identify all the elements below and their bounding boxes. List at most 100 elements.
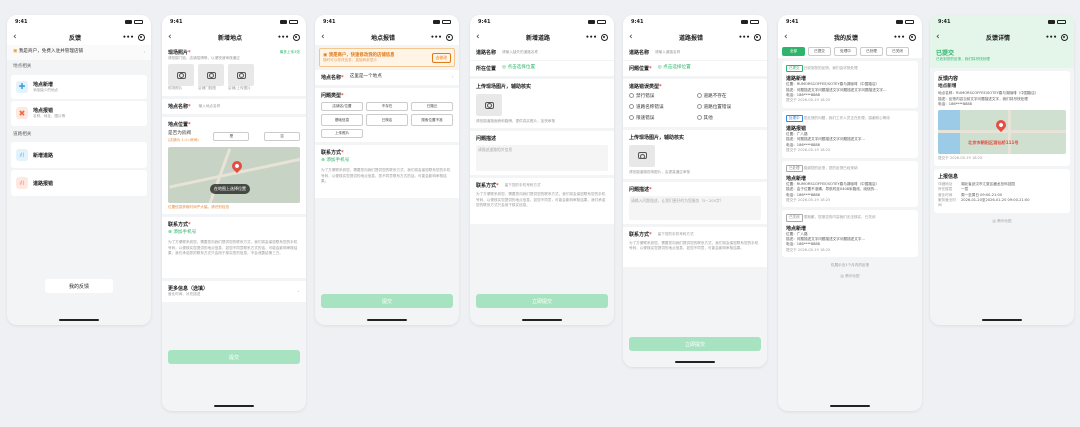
contact-section: 联系方式* ⊕ 添加手机号 为了方便联系到您，需要您向我们提供您的联系方式，我们… <box>162 217 306 279</box>
more-icon[interactable]: ••• <box>738 34 750 41</box>
capsule-menu[interactable]: ••• <box>121 33 145 41</box>
radio-option[interactable]: 其他 <box>696 114 762 123</box>
description-input[interactable]: 请描述道路相关信息 <box>476 145 608 172</box>
more-icon[interactable]: ••• <box>585 34 597 41</box>
location-map[interactable]: 在地图上选择位置 <box>168 147 300 204</box>
submit-button[interactable]: 立即提交 <box>629 337 761 351</box>
problem-chip[interactable]: 基础信息 <box>321 114 363 127</box>
description-section: 问题描述* 请输入问题描述，让我们更好的为您服务（5~200字） <box>623 182 767 225</box>
close-mini-icon[interactable] <box>600 33 608 41</box>
radio-option[interactable]: 道路位置错误 <box>696 103 762 112</box>
feedback-card[interactable]: 已关闭 很抱歉，您报告的内容我们无法核实，已关闭 地点新增 位置：广八路 描述：… <box>782 210 918 258</box>
entry-add-place[interactable]: ✚ 地点新增 添加缺少的地点 <box>11 74 147 100</box>
radio-option[interactable]: 道路名称错误 <box>629 103 694 112</box>
entry-road-error[interactable]: ⛙ 道路报错 <box>11 170 147 197</box>
gate-no-option[interactable]: 否 <box>264 132 300 142</box>
photo-upload[interactable] <box>476 94 502 116</box>
radio-icon <box>629 93 634 98</box>
merchant-banner[interactable]: ▣ 我是商户，免费入驻并管理店铺 › <box>7 45 151 60</box>
home-indicator <box>522 319 562 321</box>
nav-bar: ‹ 地点报错 ••• <box>315 29 459 45</box>
road-name-field[interactable]: 道路名称 请输入缺失的道路名称 <box>470 45 614 60</box>
feedback-card[interactable]: 已处理 感谢您的反馈，您的反馈已经采纳 地点新增 位置：RUMORSCOFFEE… <box>782 160 918 208</box>
problem-chip[interactable]: 上传照片 <box>321 129 363 139</box>
capsule-menu[interactable]: ••• <box>276 33 300 41</box>
nav-bar: ‹ 新增道路 ••• <box>470 29 614 45</box>
entry-place-error[interactable]: ✖ 地点报错 名称、地址、图片等 <box>11 101 147 126</box>
submit-button[interactable]: 提交 <box>168 350 300 364</box>
problem-chip[interactable]: 已换店 <box>366 114 408 127</box>
feedback-card[interactable]: 处理中 您反馈的问题，我们工作人员正在处理，感谢耐心等待 道路报错 位置：广八路… <box>782 110 918 158</box>
add-phone-button[interactable]: ⊕ 添加手机号 <box>168 230 300 237</box>
back-icon[interactable]: ‹ <box>629 32 645 42</box>
capsule-menu[interactable]: ••• <box>584 33 608 41</box>
more-icon[interactable]: ••• <box>277 34 289 41</box>
home-indicator <box>367 319 407 321</box>
close-mini-icon[interactable] <box>137 33 145 41</box>
entry-add-road[interactable]: ⛙ 新增道路 <box>11 142 147 169</box>
radio-icon <box>629 103 634 109</box>
capsule-menu[interactable]: ••• <box>892 33 916 41</box>
gate-yes-option[interactable]: 是 <box>213 132 250 142</box>
more-icon[interactable]: ••• <box>430 34 442 41</box>
back-icon[interactable]: ‹ <box>784 32 800 42</box>
photo-upload-3[interactable] <box>228 64 254 87</box>
select-on-map-button[interactable]: 在地图上选择位置 <box>210 184 250 195</box>
contact-input[interactable]: 留下您的手机号码方式 <box>505 183 541 188</box>
page-title: 新增道路 <box>525 34 550 42</box>
description-input[interactable]: 请输入问题描述，让我们更好的为您服务（5~200字） <box>629 196 761 221</box>
place-name-field[interactable]: 地点名称* 输入地点名称 <box>162 98 306 114</box>
road-position-field[interactable]: 所在位置 ◎ 点击选择位置 <box>470 61 614 76</box>
back-icon[interactable]: ‹ <box>168 32 184 42</box>
close-mini-icon[interactable] <box>292 33 300 41</box>
problem-chip[interactable]: 已搬迁 <box>411 102 453 112</box>
contact-input[interactable]: 留下您的手机号码方式 <box>658 232 694 237</box>
capsule-menu[interactable]: ••• <box>1044 33 1068 41</box>
capsule-menu[interactable]: ••• <box>737 33 761 41</box>
photo-upload-1[interactable] <box>168 64 194 87</box>
problem-position-field[interactable]: 问题位置* ◎ 点击选择位置 <box>623 61 767 76</box>
close-mini-icon[interactable] <box>445 33 453 41</box>
radio-option[interactable]: 道路不存在 <box>696 93 762 101</box>
photo-upload[interactable] <box>629 144 655 167</box>
tab-all[interactable]: 全部 <box>782 47 805 56</box>
more-icon[interactable]: ••• <box>893 34 905 41</box>
more-icon[interactable]: ••• <box>122 34 134 41</box>
signal-battery-icon <box>125 20 143 24</box>
back-icon[interactable]: ‹ <box>13 32 29 42</box>
tab-processing[interactable]: 处理中 <box>834 47 857 56</box>
screen-add-place: 9:41 ‹ 新增地点 ••• 现场照片* 最多上传3张 请拍摄门脸、店铺招牌等，… <box>162 15 306 411</box>
tab-submitted[interactable]: 已提交 <box>808 47 831 56</box>
back-icon[interactable]: ‹ <box>936 32 952 42</box>
problem-chip[interactable]: 搜索位置不准 <box>411 114 453 127</box>
detail-map[interactable]: 北京市朝阳区酒仙桥111号 <box>938 110 1066 155</box>
back-icon[interactable]: ‹ <box>476 32 492 42</box>
radio-option[interactable]: 禁行错误 <box>629 93 694 101</box>
contact-section: 联系方式* ⊕ 添加手机号 为了方便联系到您，需要您向我们提供您的联系方式，我们… <box>315 145 459 199</box>
page-title: 我的反馈 <box>833 34 858 42</box>
go-edit-button[interactable]: 去修改 <box>431 52 451 63</box>
problem-chip[interactable]: 不存在 <box>366 102 408 112</box>
more-icon[interactable]: ••• <box>1045 34 1057 41</box>
my-feedback-button[interactable]: 我的反馈 <box>45 279 113 293</box>
tab-processed[interactable]: 已处理 <box>860 47 883 56</box>
road-name-field[interactable]: 道路名称 请输入道路名称 <box>623 45 767 60</box>
more-info-section[interactable]: 更多信息（选填） 营业时间、补充描述 ⌄ <box>162 281 306 302</box>
close-mini-icon[interactable] <box>753 33 761 41</box>
place-name-field[interactable]: 地点名称* 这里是一个地点 › <box>315 70 459 86</box>
close-mini-icon[interactable] <box>908 33 916 41</box>
page-title: 反馈 <box>68 34 81 42</box>
problem-chip[interactable]: 店铺名/位置 <box>321 102 363 112</box>
capsule-menu[interactable]: ••• <box>429 33 453 41</box>
screen-place-error: 9:41 ‹ 地点报错 ••• ▣ 我是商户，快速修改我的店铺信息 随时可以修改… <box>315 15 459 325</box>
radio-option[interactable]: 限速错误 <box>629 114 694 123</box>
feedback-card[interactable]: 已提交 已收到您的反馈，我们会尽快处理 道路新增 位置：RUMORSCOFFEE… <box>782 61 918 108</box>
add-phone-button[interactable]: ⊕ 添加手机号 <box>321 158 453 165</box>
submit-button[interactable]: 立即提交 <box>476 294 608 308</box>
submit-button[interactable]: 提交 <box>321 294 453 308</box>
photo-upload-2[interactable] <box>198 64 224 87</box>
close-mini-icon[interactable] <box>1060 33 1068 41</box>
nav-bar: ‹ 反馈详情 ••• <box>930 29 1074 45</box>
back-icon[interactable]: ‹ <box>321 32 337 42</box>
tab-closed[interactable]: 已关闭 <box>886 47 909 56</box>
